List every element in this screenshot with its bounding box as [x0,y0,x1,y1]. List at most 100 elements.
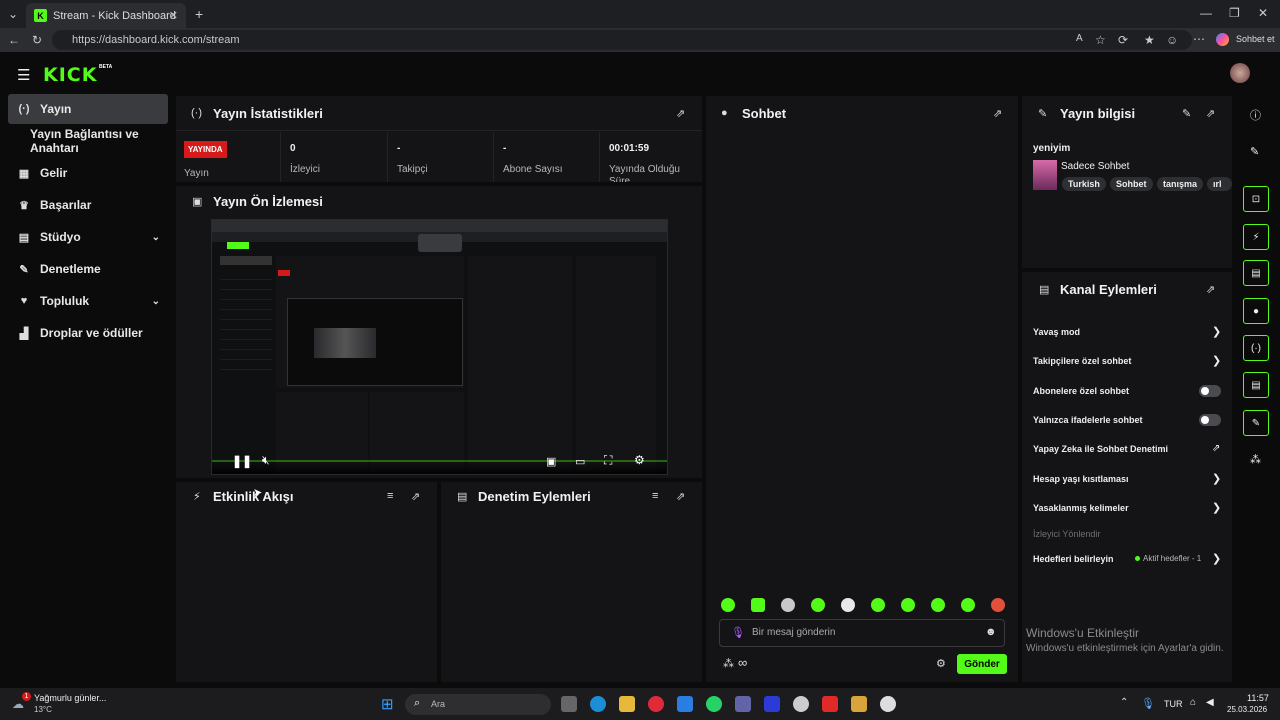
emote-only-toggle[interactable] [1199,414,1221,426]
sidebar-item-yayin[interactable]: (·) Yayın [8,94,168,124]
popout-icon[interactable]: ⇗ [676,107,685,120]
taskbar-search[interactable] [405,694,551,715]
sidebar-item-studyo[interactable]: ▤ Stüdyo ⌄ [8,222,168,252]
chevron-right-icon[interactable]: ❯ [1212,325,1221,338]
theater-icon[interactable]: ▭ [575,455,585,468]
url-field[interactable]: https://dashboard.kick.com/stream [52,30,1192,50]
action-ai-moderation[interactable]: Yapay Zeka ile Sohbet Denetimi [1033,444,1168,454]
whatsapp-icon[interactable] [706,696,722,712]
back-icon[interactable]: ← [8,33,20,47]
favorite-icon[interactable]: ☆ [1095,33,1106,47]
action-set-goals[interactable]: Hedefleri belirleyin [1033,554,1114,564]
clock-date[interactable]: 25.03.2026 [1227,705,1267,714]
profile-icon[interactable]: ☺ [1166,33,1178,47]
extensions-icon[interactable]: ⟳ [1118,33,1128,47]
microphone-icon[interactable]: 🎙︎ [1141,697,1155,710]
edge-icon[interactable] [590,696,606,712]
close-window-icon[interactable]: ✕ [1258,6,1268,20]
filter-icon[interactable]: ≡ [652,490,658,502]
emote-icon[interactable] [931,598,945,612]
opera-icon[interactable] [648,696,664,712]
chat-message-input[interactable]: Bir mesaj gönderin [719,619,1005,647]
clock-time[interactable]: 11:57 [1247,693,1269,703]
tray-overflow-icon[interactable]: ⌃ [1120,697,1128,708]
v-app-icon[interactable] [764,696,780,712]
fullscreen-icon[interactable]: ⛶ [604,453,612,468]
microphone-icon[interactable]: 🎙︎ [731,626,745,639]
teams-icon[interactable] [735,696,751,712]
users-icon[interactable]: ⁂ [1250,453,1261,466]
settings-icon[interactable]: ⚙ [634,453,645,467]
weather-text[interactable]: Yağmurlu günler... [34,693,106,703]
minimize-icon[interactable]: — [1200,6,1212,20]
send-button[interactable]: Gönder [957,654,1007,674]
sidebar-item-topluluk[interactable]: ♥ Topluluk ⌄ [8,286,168,316]
popout-icon[interactable]: ⇗ [1206,107,1215,120]
stream-preview-video[interactable] [211,219,668,475]
chevron-right-icon[interactable]: ❯ [1212,354,1221,367]
external-link-icon[interactable]: ⇗ [1212,443,1220,454]
app-icon[interactable] [851,696,867,712]
emote-icon[interactable] [721,598,735,612]
network-icon[interactable]: ⌂ [1190,697,1196,708]
emote-icon[interactable] [901,598,915,612]
emote-icon[interactable] [811,598,825,612]
rail-stream-stats-button[interactable]: ⊡ [1243,186,1269,212]
sidebar-item-denetleme[interactable]: ✎ Denetleme [8,254,168,284]
task-view-icon[interactable] [561,696,577,712]
emote-icon[interactable] [841,598,855,612]
chevron-right-icon[interactable]: ❯ [1212,552,1221,565]
maximize-icon[interactable]: ❐ [1229,6,1240,20]
chat-users-icon[interactable]: ⁂ [723,657,734,670]
steam-icon[interactable] [793,696,809,712]
rail-chat-button[interactable]: ● [1243,298,1269,324]
mute-icon[interactable]: 🔇︎ [262,453,270,468]
obs-icon[interactable] [880,696,896,712]
filter-icon[interactable]: ≡ [387,490,393,502]
emoji-picker-icon[interactable]: ☻ [985,626,997,638]
pause-icon[interactable]: ❚❚ [232,454,252,468]
emote-icon[interactable] [961,598,975,612]
rail-stream-info-button[interactable]: ✎ [1243,410,1269,436]
sidebar-item-gelir[interactable]: ▦ Gelir [8,158,168,188]
sidebar-item-droplar[interactable]: ▟ Droplar ve ödüller [8,318,168,348]
volume-icon[interactable]: ◀︎ [1206,697,1214,708]
menu-icon[interactable]: ☰ [17,66,30,84]
read-aloud-icon[interactable]: A [1076,33,1083,44]
language-indicator[interactable]: TUR [1164,699,1183,709]
rail-activity-button[interactable]: ⚡︎ [1243,224,1269,250]
rail-broadcast-button[interactable]: (·) [1243,335,1269,361]
action-followers-only[interactable]: Takipçilere özel sohbet [1033,356,1131,366]
pip-icon[interactable]: ▣ [546,455,556,468]
subscribers-only-toggle[interactable] [1199,385,1221,397]
rail-moderation-button[interactable]: ▤ [1243,260,1269,286]
emote-icon[interactable] [781,598,795,612]
new-tab-icon[interactable]: + [195,6,203,22]
browser-tab[interactable]: K Stream - Kick Dashboard ✕ [26,3,186,28]
windows-start-icon[interactable]: ⊞ [381,695,394,713]
rail-channel-actions-button[interactable]: ▤ [1243,372,1269,398]
action-banned-words[interactable]: Yasaklanmış kelimeler [1033,503,1129,513]
close-tab-icon[interactable]: ✕ [169,9,178,22]
collections-icon[interactable]: ★ [1144,33,1155,47]
popout-icon[interactable]: ⇗ [411,490,420,503]
popout-icon[interactable]: ⇗ [993,107,1002,120]
edit-icon[interactable]: ✎ [1250,145,1259,158]
youtube-icon[interactable] [822,696,838,712]
info-icon[interactable]: ⓘ [1250,107,1261,123]
chat-settings-icon[interactable]: ⚙ [936,657,946,670]
kick-logo[interactable]: KICK [43,64,97,86]
edit-icon[interactable]: ✎ [1182,107,1191,120]
action-slow-mode[interactable]: Yavaş mod [1033,327,1080,337]
avatar[interactable] [1230,63,1250,83]
action-account-age[interactable]: Hesap yaşı kısıtlaması [1033,474,1129,484]
popout-icon[interactable]: ⇗ [676,490,685,503]
sidebar-item-stream-key[interactable]: Yayın Bağlantısı ve Anahtarı [8,126,168,156]
emote-icon[interactable] [751,598,765,612]
emote-icon[interactable] [991,598,1005,612]
more-icon[interactable]: ⋯ [1193,32,1205,46]
copilot-button[interactable]: Sohbet et [1236,34,1275,44]
reload-icon[interactable]: ↻ [32,33,42,47]
mail-icon[interactable] [677,696,693,712]
chevron-right-icon[interactable]: ❯ [1212,472,1221,485]
